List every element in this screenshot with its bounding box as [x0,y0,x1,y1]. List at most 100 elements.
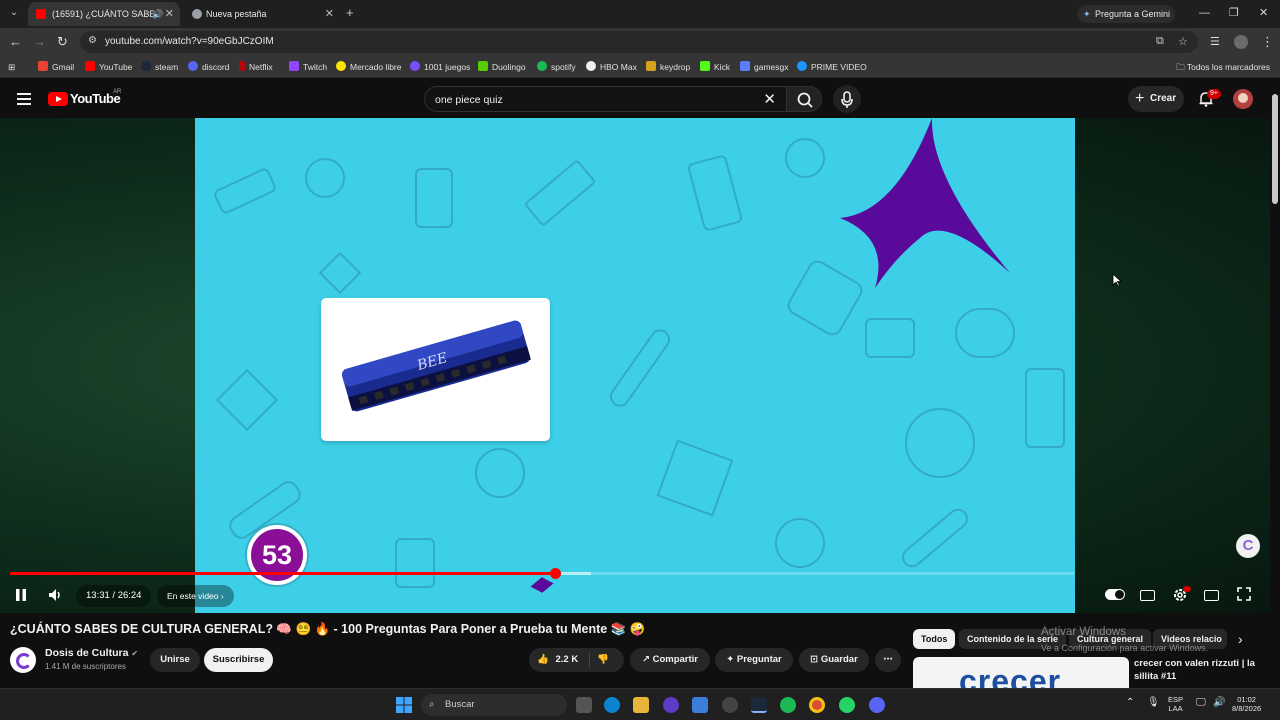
tab-search-icon[interactable]: ⌄ [6,5,22,21]
store-icon[interactable] [692,697,708,713]
thumbs-up-icon[interactable]: 👍 [537,654,549,665]
chapters-button[interactable]: En este video › [157,585,234,607]
search-button[interactable] [786,86,822,112]
microphone-tray-icon[interactable]: 🎙 [1147,698,1160,708]
voice-search-button[interactable] [833,85,861,113]
chrome-taskbar-icon[interactable] [809,697,825,713]
more-actions-icon[interactable]: ⋯ [875,648,901,672]
search-input[interactable]: one piece quiz ✕ [424,86,786,112]
user-avatar[interactable] [1233,89,1253,109]
profile-avatar-icon[interactable] [1234,35,1248,49]
channel-avatar[interactable] [10,647,36,673]
bookmark-mercado-libre[interactable]: Mercado libre [336,60,402,74]
new-tab-plus-icon[interactable]: + [346,4,354,22]
progress-scrubber-handle[interactable] [550,568,561,579]
all-bookmarks-folder[interactable]: 🗀 Todos los marcadores [1176,60,1270,74]
join-button[interactable]: Unirse [150,648,200,672]
tab-new-tab[interactable]: Nueva pestaña ✕ [184,2,340,26]
video-frame[interactable]: BEE 53 [195,118,1075,613]
youtube-logo-icon[interactable] [48,92,68,106]
scrollbar-thumb[interactable] [1272,94,1278,204]
apps-grid-icon[interactable]: ⊞ [8,60,15,74]
network-icon[interactable]: 🖵 [1196,698,1206,708]
subscribe-button[interactable]: Suscribirse [204,648,273,672]
bookmark-youtube[interactable]: YouTube [85,60,132,74]
back-arrow-icon[interactable]: ← [9,34,22,50]
bookmark-prime-video[interactable]: PRIME VIDEO [797,60,867,74]
edge-icon[interactable] [604,697,620,713]
app-icon[interactable] [663,697,679,713]
microphone-icon [841,91,853,108]
discord-taskbar-icon[interactable] [869,697,885,713]
github-icon[interactable] [722,697,738,713]
bookmark-keydrop[interactable]: keydrop [646,60,690,74]
create-button[interactable]: + Crear [1128,86,1184,112]
search-query[interactable]: one piece quiz [435,87,503,113]
thumbs-down-icon[interactable]: 👎 [597,648,609,672]
share-button[interactable]: ↗ Compartir [630,648,710,672]
bookmark-steam[interactable]: steam [141,60,178,74]
bookmark-gamesgx[interactable]: gamesgx [740,60,789,74]
address-bar[interactable]: ⚙ youtube.com/watch?v=90eGbJCzOIM ⧉ ☆ [80,31,1198,53]
taskbar-search[interactable]: ⌕ Buscar [421,694,567,716]
page-scrollbar[interactable] [1270,80,1280,688]
progress-bar-played[interactable] [10,572,555,575]
channel-name[interactable]: Dosis de Cultura ✔ [45,647,138,659]
volume-tray-icon[interactable]: 🔊 [1213,698,1225,708]
speaker-icon[interactable]: 🔊 [152,2,163,26]
hamburger-menu-icon[interactable] [17,93,31,105]
fullscreen-icon[interactable] [1237,587,1251,601]
minimize-icon[interactable]: — [1199,6,1210,20]
bookmark-spotify[interactable]: spotify [537,60,576,74]
install-app-icon[interactable]: ⧉ [1156,35,1164,48]
steam-taskbar-icon[interactable] [751,697,767,713]
tab-youtube[interactable]: (16591) ¿CUÁNTO SABES DE 🔊 ✕ [28,2,180,26]
forward-arrow-icon[interactable]: → [33,34,46,50]
video-player[interactable]: BEE 53 13:31 / 26:24 En este video › C [0,118,1270,613]
clock[interactable]: 01:02 8/8/2026 [1232,695,1261,713]
channel-watermark-icon[interactable]: C [1236,534,1260,558]
gemini-spark-icon: ✦ [1083,9,1091,19]
close-tab-icon[interactable]: ✕ [165,2,174,26]
bookmark-twitch[interactable]: Twitch [289,60,327,74]
site-info-icon[interactable]: ⚙ [88,35,97,46]
gemini-button[interactable]: ✦ Pregunta a Gemini [1077,5,1175,23]
chrome-menu-icon[interactable]: ⋮ [1261,34,1274,50]
bookmark-discord[interactable]: discord [188,60,229,74]
file-explorer-icon[interactable] [633,697,649,713]
spotify-taskbar-icon[interactable] [780,697,796,713]
chips-next-chevron-icon[interactable]: › [1238,631,1243,647]
subtitles-icon[interactable] [1140,590,1155,601]
windows-start-icon[interactable] [396,697,412,713]
chip-todos[interactable]: Todos [913,629,956,649]
language-indicator[interactable]: ESP LAA [1168,695,1183,713]
tray-overflow-icon[interactable]: ⌃ [1126,698,1134,708]
share-icon: ↗ [641,654,653,665]
save-button[interactable]: ⊡ Guardar [799,648,869,672]
bookmark-kick[interactable]: Kick [700,60,730,74]
bookmark-duolingo[interactable]: Duolingo [478,60,526,74]
recommended-video-title[interactable]: crecer con valen rizzuti | la sillita #1… [1134,657,1264,683]
like-count[interactable]: 2.2 K [555,654,578,665]
calculator-doodle [686,154,744,232]
task-view-icon[interactable] [576,697,592,713]
maximize-icon[interactable]: ❐ [1229,6,1239,20]
bookmark-hbo-max[interactable]: HBO Max [586,60,637,74]
volume-icon[interactable] [47,587,63,603]
reading-list-icon[interactable]: ☰ [1210,34,1220,50]
bookmark-star-icon[interactable]: ☆ [1178,35,1188,48]
autoplay-toggle[interactable] [1105,589,1125,600]
close-tab-icon[interactable]: ✕ [325,2,334,26]
clear-search-icon[interactable]: ✕ [763,87,776,113]
whatsapp-taskbar-icon[interactable] [839,697,855,713]
url-text[interactable]: youtube.com/watch?v=90eGbJCzOIM [105,31,274,53]
reload-icon[interactable]: ↻ [57,34,68,50]
purple-shape-graphic [840,118,1010,288]
close-window-icon[interactable]: ✕ [1259,6,1268,20]
pause-icon[interactable] [14,588,28,602]
bookmark-netflix[interactable]: Netflix [239,60,273,74]
bookmark-1001-juegos[interactable]: 1001 juegos [410,60,470,74]
bookmark-gmail[interactable]: Gmail [38,60,74,74]
ask-button[interactable]: ✦ Preguntar [715,648,793,672]
theater-mode-icon[interactable] [1204,590,1219,601]
